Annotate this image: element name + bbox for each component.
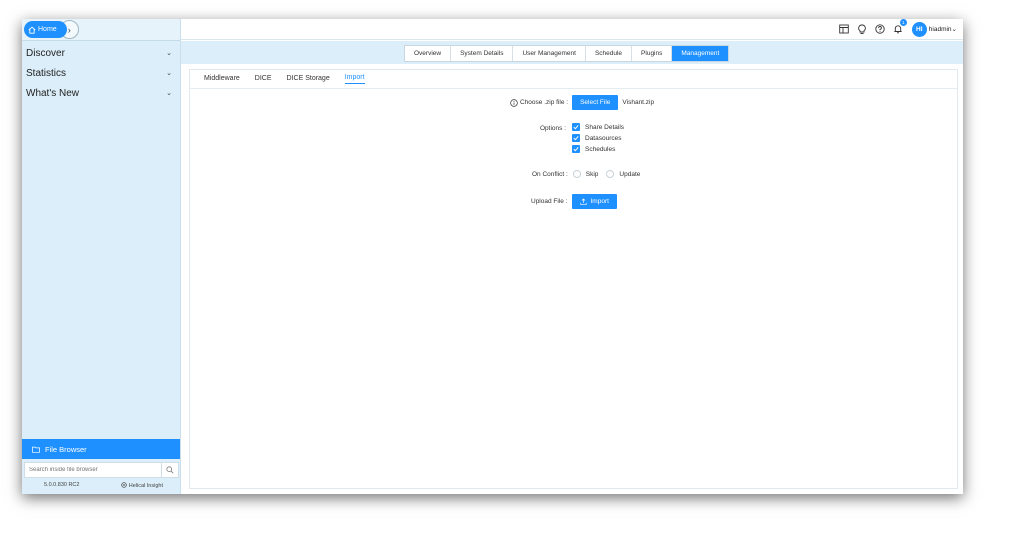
- option-label: Schedules: [585, 145, 616, 153]
- home-label: Home: [38, 26, 57, 33]
- subtab-middleware[interactable]: Middleware: [204, 75, 240, 84]
- app-window: Home › Discover ⌄ Statistics ⌄ What's Ne…: [22, 19, 963, 494]
- username-menu[interactable]: hiadmin⌄: [929, 25, 957, 33]
- subtab-import[interactable]: Import: [344, 74, 365, 84]
- tab-user-management[interactable]: User Management: [513, 46, 586, 61]
- notification-badge: 1: [899, 19, 907, 26]
- tab-plugins[interactable]: Plugins: [632, 46, 673, 61]
- upload-icon: [579, 198, 587, 205]
- management-panel: Middleware DICE DICE Storage Import Choo…: [189, 69, 958, 489]
- subtab-dice-storage[interactable]: DICE Storage: [287, 75, 330, 84]
- chevron-right-icon: ›: [67, 24, 71, 35]
- tab-schedule[interactable]: Schedule: [586, 46, 633, 61]
- subtab-dice[interactable]: DICE: [255, 75, 272, 84]
- option-datasources[interactable]: Datasources: [572, 134, 622, 142]
- radio-update-label: Update: [619, 170, 641, 178]
- top-bar: 1 HI hiadmin⌄: [181, 19, 963, 40]
- file-browser-label: File Browser: [45, 444, 87, 454]
- file-browser-toggle[interactable]: File Browser: [22, 439, 180, 459]
- sidebar-footer: 5.0.0.830 RC2 Helical Insight: [22, 482, 180, 489]
- helical-logo-icon: [121, 482, 127, 488]
- chevron-down-icon: ⌄: [166, 90, 172, 97]
- sidebar-item-label: What's New: [26, 87, 80, 99]
- options-label: Options :: [540, 125, 567, 132]
- file-browser-search-input[interactable]: [25, 466, 161, 474]
- sidebar-item-label: Discover: [26, 47, 65, 59]
- info-icon: [510, 98, 518, 107]
- import-button[interactable]: Import: [571, 194, 617, 209]
- file-browser-search: [24, 462, 179, 478]
- sidebar-top: Home ›: [22, 19, 180, 41]
- option-share-details[interactable]: Share Details: [572, 123, 624, 131]
- sidebar: Home › Discover ⌄ Statistics ⌄ What's Ne…: [22, 19, 181, 494]
- chevron-down-icon: ⌄: [166, 70, 172, 77]
- radio-update[interactable]: [606, 170, 615, 178]
- avatar[interactable]: HI: [911, 21, 927, 37]
- tab-overview[interactable]: Overview: [405, 46, 452, 61]
- choose-file-row: Choose .zip file : Select File Vishant.z…: [510, 95, 654, 110]
- selected-file-name: Vishant.zip: [622, 99, 655, 106]
- sidebar-item-discover[interactable]: Discover ⌄: [22, 43, 180, 63]
- option-label: Share Details: [585, 123, 625, 131]
- tab-management[interactable]: Management: [672, 46, 729, 61]
- radio-skip[interactable]: [572, 170, 581, 178]
- sidebar-item-label: Statistics: [26, 67, 67, 79]
- dashboard-icon[interactable]: [838, 23, 850, 35]
- notification-bell-icon[interactable]: 1: [892, 19, 907, 35]
- tab-system-details[interactable]: System Details: [451, 46, 514, 61]
- checkbox-checked-icon[interactable]: [572, 145, 580, 153]
- help-icon[interactable]: [874, 23, 886, 35]
- upload-row: Upload File : Import: [531, 194, 617, 209]
- conflict-label: On Conflict :: [532, 170, 568, 178]
- checkbox-checked-icon[interactable]: [572, 134, 580, 142]
- options-label-row: Options :: [540, 125, 566, 132]
- choose-file-label: Choose .zip file :: [520, 99, 569, 106]
- home-icon: [28, 26, 36, 34]
- sidebar-item-statistics[interactable]: Statistics ⌄: [22, 63, 180, 83]
- brand-name: Helical Insight: [128, 483, 163, 489]
- chevron-down-icon: ⌄: [166, 50, 172, 57]
- version-text: 5.0.0.830 RC2: [44, 482, 80, 488]
- upload-label: Upload File :: [531, 198, 568, 205]
- username: hiadmin: [928, 26, 952, 33]
- brand: Helical Insight: [121, 482, 163, 489]
- tab-band: Overview System Details User Management …: [181, 41, 963, 64]
- search-icon[interactable]: [161, 463, 178, 477]
- conflict-row: On Conflict : Skip Update: [532, 170, 640, 178]
- sidebar-menu: Discover ⌄ Statistics ⌄ What's New ⌄: [22, 41, 180, 103]
- option-schedules[interactable]: Schedules: [572, 145, 615, 153]
- select-file-button[interactable]: Select File: [572, 95, 619, 110]
- checkbox-checked-icon[interactable]: [572, 123, 580, 131]
- sidebar-item-whats-new[interactable]: What's New ⌄: [22, 83, 180, 103]
- radio-skip-label: Skip: [585, 170, 599, 178]
- home-button[interactable]: Home: [24, 21, 67, 38]
- sub-tabs: Middleware DICE DICE Storage Import: [190, 70, 957, 89]
- lightbulb-icon[interactable]: [856, 23, 868, 35]
- option-label: Datasources: [585, 134, 622, 142]
- folder-icon: [32, 446, 40, 453]
- import-button-label: Import: [590, 198, 609, 205]
- main-tabs: Overview System Details User Management …: [404, 45, 730, 62]
